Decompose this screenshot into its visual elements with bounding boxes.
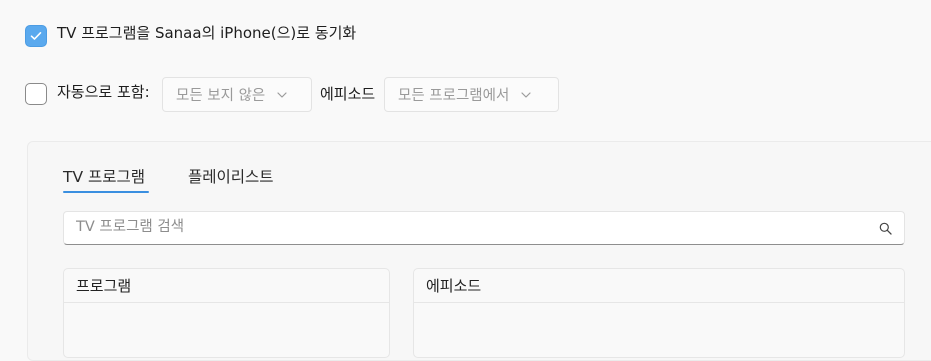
auto-include-checkbox[interactable]	[25, 83, 47, 105]
chevron-down-icon	[277, 91, 287, 98]
sync-tv-checkbox[interactable]	[25, 25, 47, 47]
program-source-value: 모든 프로그램에서	[398, 88, 510, 104]
episodes-label: 에피소드	[320, 85, 376, 103]
programs-list: 프로그램	[63, 268, 390, 358]
episodes-column-header: 에피소드	[414, 269, 904, 303]
tv-search-input[interactable]	[76, 212, 856, 242]
tab-selected-indicator	[63, 191, 149, 193]
tab-playlists[interactable]: 플레이리스트	[188, 166, 274, 188]
episodes-list: 에피소드	[413, 268, 905, 358]
search-box	[63, 211, 905, 245]
unwatched-filter-dropdown[interactable]: 모든 보지 않은	[162, 77, 312, 112]
checkmark-icon	[30, 31, 42, 40]
search-icon[interactable]	[878, 221, 892, 235]
programs-column-header: 프로그램	[64, 269, 389, 303]
chevron-down-icon	[521, 91, 531, 98]
program-source-dropdown[interactable]: 모든 프로그램에서	[384, 77, 559, 112]
sync-tv-label: TV 프로그램을 Sanaa의 iPhone(으)로 동기화	[57, 24, 357, 42]
unwatched-filter-value: 모든 보지 않은	[176, 88, 266, 104]
auto-include-label: 자동으로 포함:	[57, 83, 150, 101]
tab-tv-programs[interactable]: TV 프로그램	[63, 166, 145, 188]
